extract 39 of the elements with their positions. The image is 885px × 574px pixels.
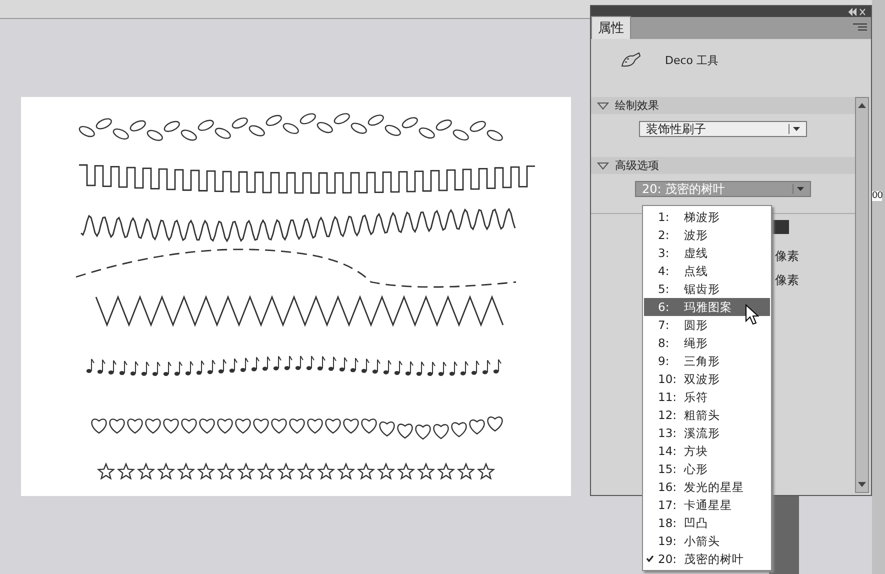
dropdown-option[interactable]: 10: 双波形 — [644, 370, 770, 388]
dropdown-option[interactable]: 11: 乐符 — [644, 388, 770, 406]
dropdown-option[interactable]: 13: 溪流形 — [644, 424, 770, 442]
dropdown-option[interactable]: 8: 绳形 — [644, 334, 770, 352]
scroll-up-icon[interactable] — [858, 102, 866, 108]
dropdown-option[interactable]: 5: 锯齿形 — [644, 280, 770, 298]
dropdown-option[interactable]: 9: 三角形 — [644, 352, 770, 370]
dropdown-option[interactable]: 15: 心形 — [644, 460, 770, 478]
section-header[interactable]: 高级选项 — [591, 157, 855, 174]
dropdown-option[interactable]: 14: 方块 — [644, 442, 770, 460]
dropdown-option[interactable]: 20: 茂密的树叶 — [644, 550, 770, 568]
checkmark-icon — [646, 554, 654, 562]
dropdown-option[interactable]: 1: 梯波形 — [644, 208, 770, 226]
triangle-icon — [597, 102, 609, 110]
mouse-pointer-icon — [745, 304, 759, 326]
scroll-down-icon[interactable] — [858, 482, 866, 488]
dropdown-option[interactable]: 6: 玛雅图案 — [644, 298, 770, 316]
panel-menu-icon[interactable] — [853, 23, 867, 31]
dropdown-option[interactable]: 17: 卡通星星 — [644, 496, 770, 514]
section-header[interactable]: 绘制效果 — [591, 97, 855, 114]
collapse-close-icon[interactable] — [847, 8, 867, 16]
dropdown-option[interactable]: 16: 发光的星星 — [644, 478, 770, 496]
dropdown-option[interactable]: 19: 小箭头 — [644, 532, 770, 550]
dropdown-option[interactable]: 7: 圆形 — [644, 316, 770, 334]
dropdown-option[interactable]: 3: 虚线 — [644, 244, 770, 262]
scrollbar[interactable] — [855, 97, 869, 493]
dropdown-arrow-icon — [788, 124, 802, 134]
pixel-value[interactable]: 像素 — [775, 248, 799, 265]
dropdown-option[interactable]: 18: 凹凸 — [644, 514, 770, 532]
tool-name: Deco 工具 — [665, 53, 719, 68]
dropdown-option[interactable]: 2: 波形 — [644, 226, 770, 244]
dropdown-option[interactable]: 4: 点线 — [644, 262, 770, 280]
dropdown[interactable]: 装饰性刷子 — [639, 121, 807, 137]
dropdown-arrow-icon — [792, 184, 806, 194]
triangle-icon — [597, 162, 609, 170]
dropdown-option[interactable]: 12: 粗箭头 — [644, 406, 770, 424]
properties-tab[interactable]: 属性 — [591, 16, 631, 39]
pixel-value[interactable]: 像素 — [775, 272, 799, 289]
partial-value: 00 — [872, 191, 882, 201]
